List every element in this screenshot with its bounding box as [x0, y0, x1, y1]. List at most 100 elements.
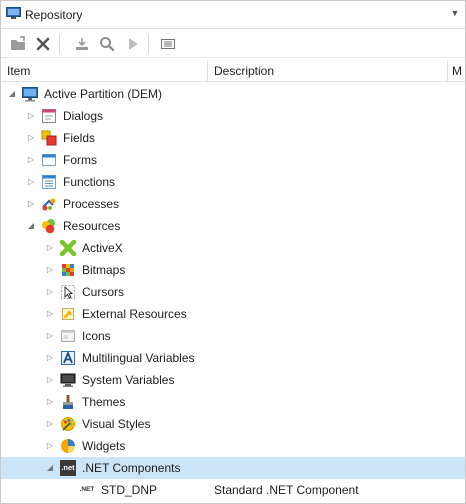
- collapse-arrow-icon[interactable]: ◢: [26, 220, 36, 232]
- processes-icon: [41, 196, 57, 212]
- activex-icon: [59, 239, 77, 257]
- tree-item-label: System Variables: [82, 373, 175, 387]
- tree-item-label: Widgets: [82, 439, 126, 453]
- column-headers: Item Description M: [1, 60, 465, 82]
- tree-item-label: Cursors: [82, 285, 125, 299]
- expand-arrow-icon[interactable]: ▷: [45, 330, 55, 342]
- tree-item-multilingual-variables[interactable]: ▷ Multilingual Variables: [1, 347, 465, 369]
- expand-arrow-icon[interactable]: ▷: [45, 242, 55, 254]
- tree-item-dotnet-components[interactable]: ◢ .net .NET Components: [1, 457, 465, 479]
- properties-button[interactable]: [158, 34, 178, 54]
- toolbar: [1, 30, 465, 58]
- tree-item-themes[interactable]: ▷ Themes: [1, 391, 465, 413]
- delete-button[interactable]: [33, 34, 53, 54]
- tree-item-description: Standard .NET Component: [214, 483, 359, 497]
- dotnet-icon: .net: [60, 460, 76, 476]
- tree-item-label: ActiveX: [82, 241, 123, 255]
- visual-styles-icon: [60, 416, 76, 432]
- functions-icon: [41, 174, 57, 190]
- expand-arrow-icon[interactable]: ▷: [45, 286, 55, 298]
- find-button[interactable]: [97, 34, 117, 54]
- tree-item-fields[interactable]: ▷ Fields: [1, 127, 465, 149]
- tree-item-label: Functions: [63, 175, 116, 189]
- open-folder-icon: [11, 36, 25, 50]
- collapse-arrow-icon[interactable]: ◢: [45, 462, 55, 474]
- column-header-item[interactable]: Item: [1, 60, 208, 82]
- resources-icon: [41, 218, 57, 234]
- run-button[interactable]: [123, 34, 143, 54]
- close-icon: [36, 37, 50, 51]
- form-icon: [41, 152, 57, 168]
- tree-item-label: .NET Components: [82, 461, 181, 475]
- widgets-icon: [60, 438, 76, 454]
- new-item-button[interactable]: [9, 34, 29, 54]
- expand-arrow-icon[interactable]: ▷: [26, 154, 36, 166]
- cursor-icon: [60, 284, 76, 300]
- tree-item-std-dnp[interactable]: .NET STD_DNP Standard .NET Component: [1, 479, 465, 501]
- chevron-down-icon[interactable]: ▼: [449, 8, 461, 20]
- tree-item-active-partition[interactable]: ◢ Active Partition (DEM): [1, 83, 465, 105]
- toolbar-separator: [59, 34, 60, 54]
- tree-item-cursors[interactable]: ▷ Cursors: [1, 281, 465, 303]
- fields-icon: [41, 130, 57, 146]
- dotnet-icon: .NET: [79, 486, 95, 493]
- tree-item-system-variables[interactable]: ▷ System Variables: [1, 369, 465, 391]
- tree-item-icons[interactable]: ▷ Icons: [1, 325, 465, 347]
- dialog-icon: [41, 108, 57, 124]
- tree-item-dialogs[interactable]: ▷ Dialogs: [1, 105, 465, 127]
- tree-item-label: Dialogs: [63, 109, 104, 123]
- import-button[interactable]: [72, 34, 92, 54]
- tree-item-label: External Resources: [82, 307, 187, 321]
- monitor-icon: [22, 86, 38, 102]
- monitor-icon: [6, 7, 21, 20]
- expand-arrow-icon[interactable]: ▷: [26, 110, 36, 122]
- system-variables-icon: [60, 372, 76, 388]
- tree-item-resources[interactable]: ◢ Resources: [1, 215, 465, 237]
- tree-item-label: Visual Styles: [82, 417, 151, 431]
- collapse-arrow-icon[interactable]: ◢: [7, 88, 17, 100]
- expand-arrow-icon[interactable]: ▷: [26, 198, 36, 210]
- tree-item-label: Resources: [63, 219, 121, 233]
- tree-item-functions[interactable]: ▷ Functions: [1, 171, 465, 193]
- tree-item-label: Multilingual Variables: [82, 351, 195, 365]
- repository-selector[interactable]: Repository ▼: [1, 1, 465, 29]
- external-resources-icon: [60, 306, 76, 322]
- tree-item-widgets[interactable]: ▷ Widgets: [1, 435, 465, 457]
- tree-item-label: Fields: [63, 131, 96, 145]
- tree-item-label: Bitmaps: [82, 263, 126, 277]
- tree-item-label: Icons: [82, 329, 111, 343]
- tree-item-external-resources[interactable]: ▷ External Resources: [1, 303, 465, 325]
- expand-arrow-icon[interactable]: ▷: [26, 132, 36, 144]
- repository-window: Repository ▼ Item Description M ◢ Active…: [0, 0, 466, 504]
- tree-item-label: Active Partition (DEM): [44, 87, 163, 101]
- column-header-more[interactable]: M: [448, 60, 465, 82]
- download-icon: [76, 38, 88, 50]
- multilingual-icon: [60, 350, 76, 366]
- window-title: Repository: [25, 8, 83, 22]
- column-header-description[interactable]: Description: [208, 60, 448, 82]
- expand-arrow-icon[interactable]: ▷: [45, 440, 55, 452]
- tree-item-label: STD_DNP: [101, 483, 158, 497]
- tree-item-label: Themes: [82, 395, 126, 409]
- expand-arrow-icon[interactable]: ▷: [45, 396, 55, 408]
- list-icon: [161, 39, 175, 49]
- expand-arrow-icon[interactable]: ▷: [26, 176, 36, 188]
- toolbar-separator: [148, 34, 149, 54]
- themes-icon: [60, 394, 76, 410]
- tree-item-visual-styles[interactable]: ▷ Visual Styles: [1, 413, 465, 435]
- tree-item-processes[interactable]: ▷ Processes: [1, 193, 465, 215]
- expand-arrow-icon[interactable]: ▷: [45, 308, 55, 320]
- bitmaps-icon: [60, 262, 76, 278]
- play-icon: [129, 38, 138, 50]
- tree-item-label: Processes: [63, 197, 120, 211]
- tree-item-bitmaps[interactable]: ▷ Bitmaps: [1, 259, 465, 281]
- expand-arrow-icon[interactable]: ▷: [45, 418, 55, 430]
- tree-item-activex[interactable]: ▷ ActiveX: [1, 237, 465, 259]
- expand-arrow-icon[interactable]: ▷: [45, 264, 55, 276]
- search-icon: [100, 37, 115, 52]
- icons-icon: [60, 328, 76, 344]
- expand-arrow-icon[interactable]: ▷: [45, 352, 55, 364]
- tree-item-forms[interactable]: ▷ Forms: [1, 149, 465, 171]
- tree-item-label: Forms: [63, 153, 97, 167]
- expand-arrow-icon[interactable]: ▷: [45, 374, 55, 386]
